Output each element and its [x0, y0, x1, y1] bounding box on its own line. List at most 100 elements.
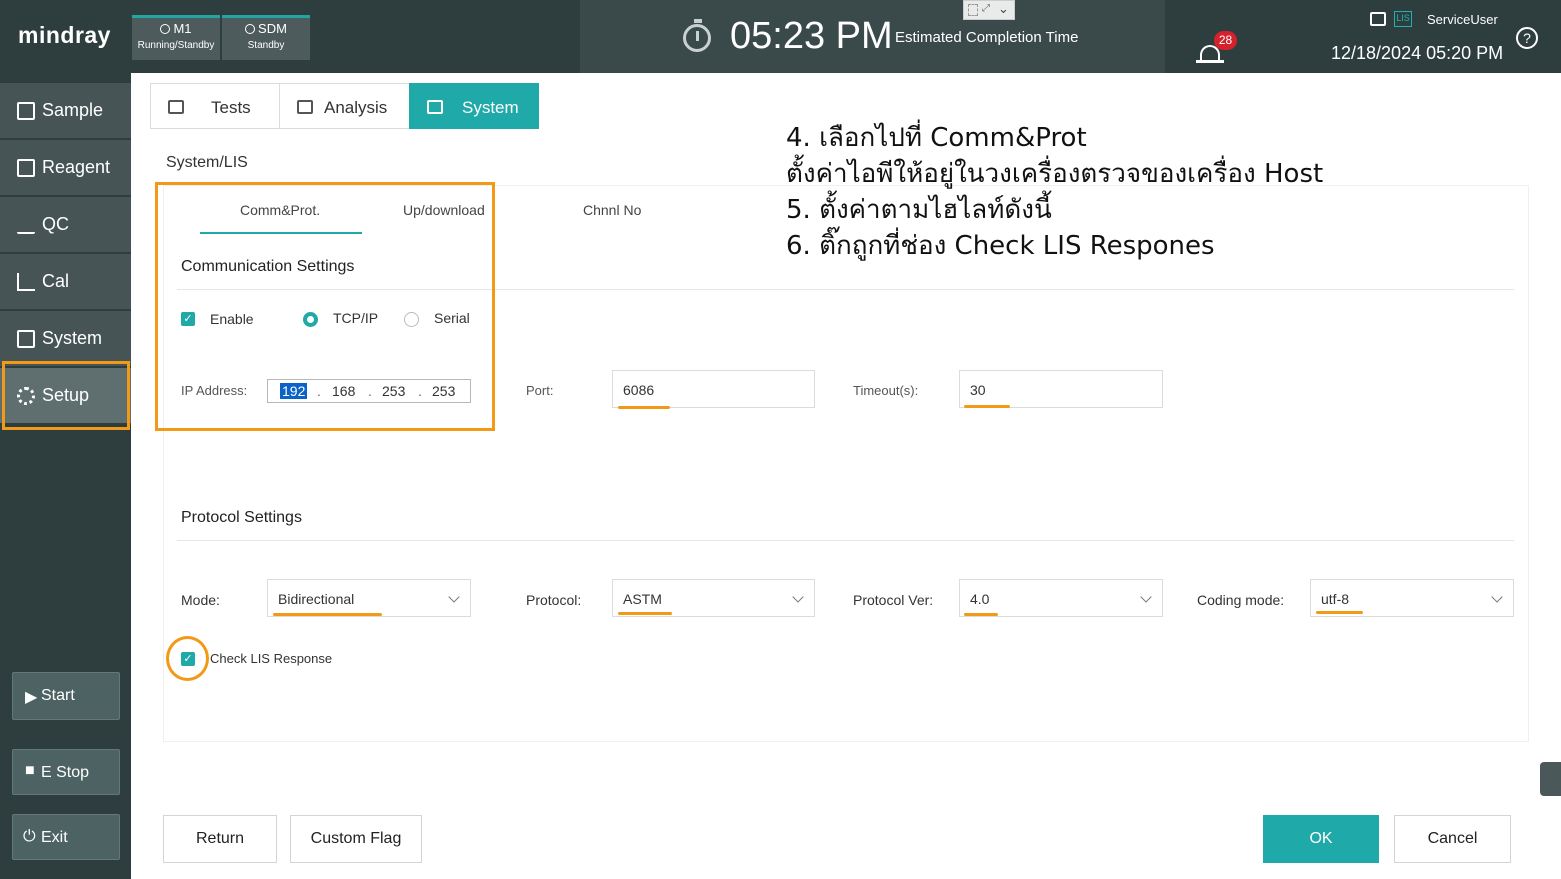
sidebar-item-reagent[interactable]: Reagent [0, 140, 131, 196]
cal-icon [17, 273, 35, 291]
protocol-settings-title: Protocol Settings [181, 509, 302, 526]
port-label: Port: [526, 383, 554, 398]
mode-select[interactable]: Bidirectional [267, 579, 471, 617]
protocol-ver-value: 4.0 [970, 591, 990, 607]
highlight-underline [1316, 611, 1363, 614]
stopwatch-icon [683, 19, 711, 52]
module-m1-name: M1 [173, 21, 192, 36]
coding-mode-label: Coding mode: [1197, 592, 1285, 608]
expand-icon: ⤢ [982, 3, 990, 14]
tab-label: System [462, 98, 519, 117]
instruction-note: ตั้งค่าไอพีให้อยู่ในวงเครื่องตรวจของเครื… [786, 159, 1324, 189]
instruction-note: 4. เลือกไปที่ Comm&Prot [786, 123, 1087, 153]
sidebar: Sample Reagent QC Cal System Setup ▶ Sta… [0, 73, 131, 879]
stop-icon: ■ [25, 762, 35, 779]
sidebar-item-system[interactable]: System [0, 311, 131, 367]
sidebar-item-label: Sample [42, 100, 104, 120]
power-icon: ⏻ [23, 828, 36, 845]
chevron-down-icon [792, 591, 804, 603]
chevron-down-icon [448, 591, 460, 603]
chevron-down-icon [1491, 591, 1503, 603]
estop-button-label: E Stop [41, 764, 90, 781]
sidebar-item-label: System [42, 328, 103, 348]
completion-time-panel: 05:23 PM Estimated Completion Time ⤢ ⌄ [580, 0, 1165, 73]
alarm-light-base [1196, 60, 1224, 63]
module-sdm[interactable]: SDM Standby [222, 15, 310, 60]
custom-flag-button[interactable]: Custom Flag [290, 815, 422, 863]
tab-label: Tests [211, 98, 251, 117]
tab-label: Analysis [324, 98, 388, 117]
estop-button[interactable]: ■ E Stop [12, 749, 120, 795]
highlight-underline [964, 613, 998, 616]
start-button[interactable]: ▶ Start [12, 672, 120, 720]
alarm-count-badge: 28 [1214, 31, 1237, 50]
lis-icon[interactable]: LIS [1394, 11, 1412, 27]
estimated-completion-label: Estimated Completion Time [895, 29, 1079, 46]
module-sdm-name: SDM [258, 21, 287, 36]
return-button[interactable]: Return [163, 815, 277, 863]
timeout-label: Timeout(s): [853, 383, 919, 398]
play-icon: ▶ [25, 689, 38, 706]
mindray-logo: mindray [18, 22, 111, 48]
instruction-note: 6. ติ๊กถูกที่ช่อง Check LIS Respones [786, 231, 1215, 261]
sidebar-item-label: Reagent [42, 157, 111, 177]
system-datetime: 12/18/2024 05:20 PM [1331, 43, 1504, 63]
system-icon [17, 330, 35, 348]
sidebar-item-label: Cal [42, 271, 70, 291]
current-user[interactable]: ServiceUser [1427, 12, 1498, 27]
chevron-down-icon [1140, 591, 1152, 603]
exit-button-label: Exit [41, 829, 68, 846]
qc-icon [17, 216, 35, 234]
protocol-ver-label: Protocol Ver: [853, 592, 934, 608]
help-icon[interactable]: ? [1516, 27, 1538, 49]
folder-icon [168, 100, 184, 114]
timeout-input[interactable]: 30 [959, 370, 1163, 408]
module-sdm-state: Standby [247, 40, 285, 51]
tab-tests[interactable]: Tests [150, 83, 280, 129]
check-circle-icon [245, 24, 256, 34]
breadcrumb: System/LIS [166, 154, 248, 171]
protocol-label: Protocol: [526, 592, 582, 608]
start-button-label: Start [41, 687, 75, 704]
highlight-underline [964, 405, 1010, 408]
highlight-underline [273, 613, 382, 616]
module-m1-state: Running/Standby [137, 40, 215, 51]
analysis-icon [297, 100, 313, 114]
ok-button[interactable]: OK [1263, 815, 1379, 863]
timeout-value: 30 [970, 382, 986, 398]
alarm-button[interactable]: 28 [1196, 31, 1237, 63]
exit-button[interactable]: ⏻ Exit [12, 814, 120, 860]
completion-time: 05:23 PM [730, 15, 893, 57]
protocol-ver-select[interactable]: 4.0 [959, 579, 1163, 617]
coding-mode-value: utf-8 [1321, 591, 1350, 607]
port-value: 6086 [623, 382, 655, 398]
instruction-note: 5. ตั้งค่าตามไฮไลท์ดังนี้ [786, 195, 1052, 225]
sidebar-item-cal[interactable]: Cal [0, 254, 131, 310]
status-ring-icon [160, 24, 171, 34]
comm-settings-highlight [155, 182, 495, 431]
app-window: mindray M1 Running/Standby SDM Standby 0… [0, 0, 1561, 879]
reagent-icon [17, 159, 35, 177]
side-drawer-handle[interactable] [1540, 762, 1561, 796]
check-lis-highlight [166, 636, 209, 681]
cancel-button[interactable]: Cancel [1394, 815, 1511, 863]
module-m1[interactable]: M1 Running/Standby [132, 15, 220, 60]
system-icon [427, 100, 443, 114]
port-input[interactable]: 6086 [612, 370, 815, 408]
highlight-underline [618, 612, 672, 615]
highlight-underline [618, 406, 670, 409]
window-control-widget[interactable]: ⤢ ⌄ [963, 0, 1015, 20]
tab-system[interactable]: System [409, 83, 539, 129]
mode-label: Mode: [181, 592, 220, 608]
sidebar-item-qc[interactable]: QC [0, 197, 131, 253]
sidebar-item-label: QC [42, 214, 69, 234]
sidebar-item-sample[interactable]: Sample [0, 83, 131, 139]
divider [177, 540, 1514, 541]
top-bar: mindray M1 Running/Standby SDM Standby 0… [0, 0, 1561, 73]
printer-icon[interactable] [1370, 12, 1386, 26]
grid-icon [968, 4, 978, 16]
subtab-chnnl-no[interactable]: Chnnl No [583, 202, 641, 218]
protocol-value: ASTM [623, 591, 662, 607]
sample-icon [17, 102, 35, 120]
tab-analysis[interactable]: Analysis [279, 83, 410, 129]
